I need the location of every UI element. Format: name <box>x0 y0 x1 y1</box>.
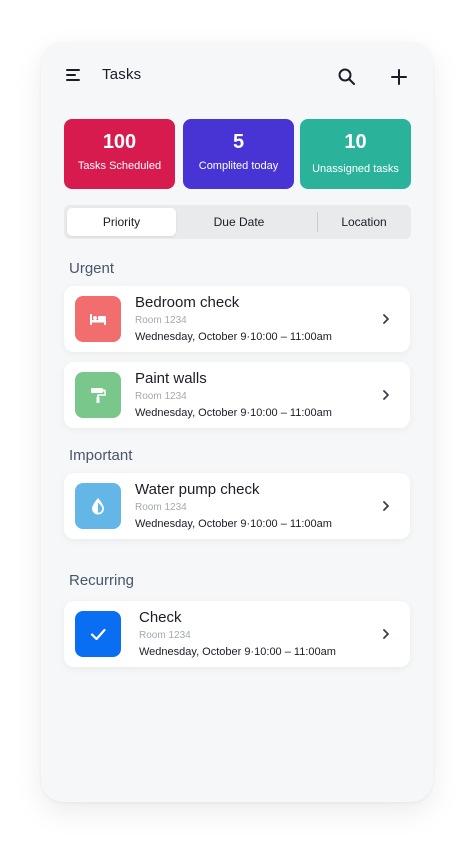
chevron-right-icon <box>383 314 389 324</box>
task-badge <box>75 296 121 342</box>
task-time: Wednesday, October 9·10:00 – 11:00am <box>135 518 332 530</box>
menu-icon[interactable] <box>66 69 82 83</box>
stat-value: 5 <box>232 131 245 153</box>
plus-icon[interactable] <box>389 67 409 87</box>
search-icon[interactable] <box>337 67 357 87</box>
task-title: Paint walls <box>135 370 207 387</box>
paint-roller-icon <box>91 388 106 403</box>
stat-tasks-scheduled[interactable]: 100 Tasks Scheduled <box>64 119 175 189</box>
sort-tabs: Priority Due Date Location <box>64 205 411 239</box>
tab-divider <box>317 212 318 232</box>
chevron-right-icon <box>383 629 389 639</box>
task-room: Room 1234 <box>135 391 187 402</box>
water-drop-icon <box>92 498 104 515</box>
section-recurring: Recurring <box>69 572 135 589</box>
phone-frame: Tasks 100 Tasks Scheduled 5 Complited to… <box>41 42 433 802</box>
bed-icon <box>90 314 106 325</box>
section-urgent: Urgent <box>69 260 115 277</box>
stat-completed-today[interactable]: 5 Complited today <box>183 119 294 189</box>
tab-due-date[interactable]: Due Date <box>179 208 299 236</box>
task-room: Room 1234 <box>139 630 191 641</box>
task-title: Bedroom check <box>135 294 240 311</box>
task-card[interactable]: Check Room 1234 Wednesday, October 9·10:… <box>64 601 410 667</box>
task-title: Water pump check <box>135 481 260 498</box>
task-card[interactable]: Bedroom check Room 1234 Wednesday, Octob… <box>64 286 410 352</box>
chevron-right-icon <box>383 501 389 511</box>
stat-label: Tasks Scheduled <box>77 160 162 172</box>
stat-label: Unassigned tasks <box>312 163 399 175</box>
chevron-right-icon <box>383 390 389 400</box>
stat-value: 100 <box>102 131 137 153</box>
task-badge <box>75 483 121 529</box>
task-badge <box>75 372 121 418</box>
task-checkbox[interactable] <box>75 611 121 657</box>
task-time: Wednesday, October 9·10:00 – 11:00am <box>135 331 332 343</box>
stat-label: Complited today <box>198 160 279 172</box>
stat-unassigned-tasks[interactable]: 10 Unassigned tasks <box>300 119 411 189</box>
section-important: Important <box>69 447 133 464</box>
task-title: Check <box>139 609 182 626</box>
checkmark-icon <box>90 628 106 641</box>
task-time: Wednesday, October 9·10:00 – 11:00am <box>139 646 336 658</box>
stat-value: 10 <box>344 131 367 153</box>
tab-location[interactable]: Location <box>321 208 407 236</box>
task-room: Room 1234 <box>135 315 187 326</box>
task-time: Wednesday, October 9·10:00 – 11:00am <box>135 407 332 419</box>
top-bar: Tasks <box>41 42 433 112</box>
tab-priority[interactable]: Priority <box>67 208 176 236</box>
task-room: Room 1234 <box>135 502 187 513</box>
task-card[interactable]: Paint walls Room 1234 Wednesday, October… <box>64 362 410 428</box>
page-title: Tasks <box>102 66 142 83</box>
task-card[interactable]: Water pump check Room 1234 Wednesday, Oc… <box>64 473 410 539</box>
